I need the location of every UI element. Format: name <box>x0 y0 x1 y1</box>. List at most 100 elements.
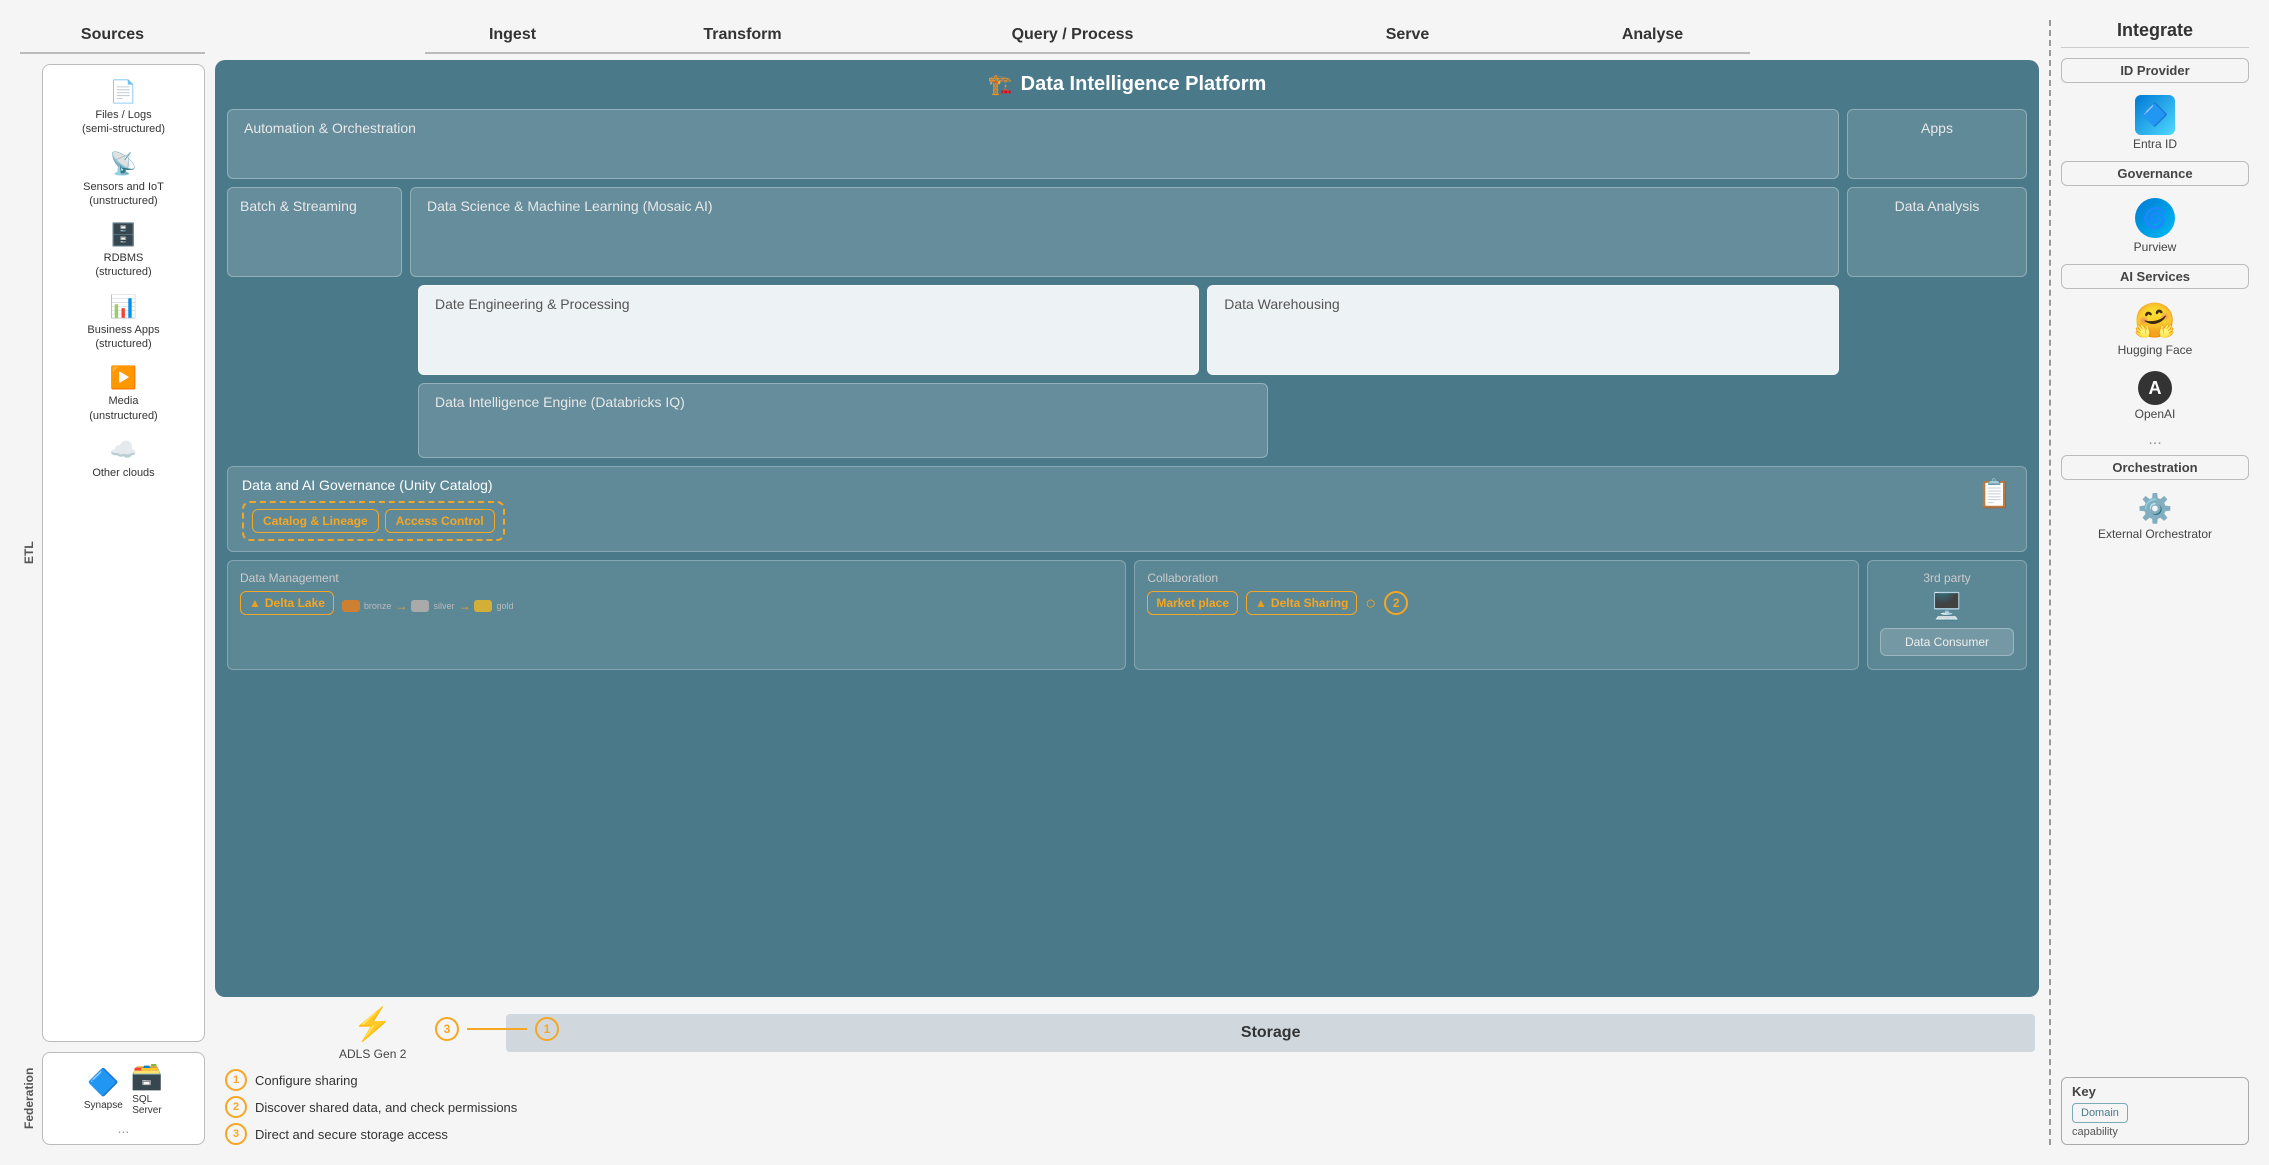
data-consumer-box: Data Consumer <box>1880 628 2014 656</box>
synapse-item: 🔷 Synapse <box>84 1067 123 1111</box>
right-panel: Integrate ID Provider 🔷 Entra ID Governa… <box>2049 20 2249 1145</box>
col-header-query: Query / Process <box>885 20 1260 54</box>
entra-id-icon: 🔷 <box>2135 95 2175 135</box>
platform-box: 🏗️ Data Intelligence Platform Automation… <box>215 60 2039 997</box>
col-header-serve: Serve <box>1260 20 1555 54</box>
row-storage: 3 1 ⚡ ADLS Gen 2 Storage <box>215 1005 2039 1061</box>
ai-services-label: AI Services <box>2061 264 2249 289</box>
clouds-icon: ☁️ <box>110 437 137 463</box>
adls-icon: ⚡ <box>353 1005 393 1043</box>
source-label-media: Media(unstructured) <box>89 394 157 423</box>
platform-title: 🏗️ Data Intelligence Platform <box>227 72 2027 97</box>
governance-section-label: Governance <box>2061 161 2249 186</box>
box-batch: Batch & Streaming <box>227 187 402 277</box>
engineering-spacer <box>227 285 410 375</box>
sqlserver-item: 🗃️ SQLServer <box>131 1061 163 1116</box>
platform-icon: 🏗️ <box>988 72 1013 97</box>
warehousing-spacer <box>1847 285 2027 375</box>
gold-label: gold <box>496 601 513 611</box>
row-engineering: Date Engineering & Processing Data Wareh… <box>227 285 2027 375</box>
gov-icon: 📋 <box>1977 477 2012 510</box>
openai-icon: A <box>2138 371 2172 405</box>
openai-label: OpenAI <box>2135 407 2176 421</box>
sqlserver-label: SQLServer <box>132 1094 161 1116</box>
mgmt-inner: ▲ Delta Lake bronze → silver → gold <box>240 591 1113 615</box>
step-1: 1 Configure sharing <box>225 1069 517 1091</box>
box-engine: Data Intelligence Engine (Databricks IQ) <box>418 383 1268 458</box>
box-collaboration: Collaboration Market place ▲ Delta Shari… <box>1134 560 1859 670</box>
step-circle-1: 1 <box>225 1069 247 1091</box>
data-consumer-icon: 🖥️ <box>1931 591 1963 622</box>
key-title: Key <box>2072 1084 2238 1099</box>
integrate-title: Integrate <box>2061 20 2249 48</box>
num-circle-3: 3 <box>435 1017 459 1041</box>
huggingface-item: 🤗 Hugging Face <box>2061 297 2249 361</box>
orchestration-label: Orchestration <box>2061 455 2249 480</box>
row-engine: Data Intelligence Engine (Databricks IQ) <box>227 383 2027 458</box>
adls-box: ⚡ ADLS Gen 2 <box>339 1005 406 1061</box>
source-label-files: Files / Logs(semi-structured) <box>82 108 165 137</box>
bronze-silver-gold: bronze → silver → gold <box>342 599 514 613</box>
source-item-sensors: 📡 Sensors and IoT(unstructured) <box>51 145 196 215</box>
etl-label: ETL <box>20 64 38 1042</box>
source-label-biz: Business Apps(structured) <box>87 323 159 352</box>
key-box: Key Domain capability <box>2061 1077 2249 1145</box>
biz-icon: 📊 <box>110 294 137 320</box>
federation-label: Federation <box>20 1052 38 1145</box>
source-label-rdbms: RDBMS(structured) <box>95 251 151 280</box>
adls-label: ADLS Gen 2 <box>339 1047 406 1061</box>
delta-lake-badge: ▲ Delta Lake <box>240 591 334 615</box>
purview-label: Purview <box>2134 240 2177 254</box>
entra-id-item: 🔷 Entra ID <box>2061 91 2249 155</box>
step-circle-2: 2 <box>225 1096 247 1118</box>
ai-dots: ... <box>2061 431 2249 449</box>
huggingface-icon: 🤗 <box>2134 301 2176 341</box>
files-icon: 📄 <box>110 79 137 105</box>
purview-item: 🌀 Purview <box>2061 194 2249 258</box>
media-icon: ▶️ <box>110 365 137 391</box>
source-item-biz: 📊 Business Apps(structured) <box>51 288 196 358</box>
num-circle-1: 1 <box>535 1017 559 1041</box>
col-header-empty <box>215 20 425 54</box>
silver-dot <box>411 600 429 612</box>
box-warehousing: Data Warehousing <box>1207 285 1839 375</box>
storage-bar: Storage <box>506 1014 2035 1052</box>
collab-title: Collaboration <box>1147 571 1846 585</box>
box-automation: Automation & Orchestration <box>227 109 1839 179</box>
col-header-ingest: Ingest <box>425 20 600 54</box>
col-header-transform: Transform <box>600 20 885 54</box>
sqlserver-icon: 🗃️ <box>131 1061 163 1092</box>
orchestrator-label: External Orchestrator <box>2098 527 2212 541</box>
num-circle-2: 2 <box>1384 591 1408 615</box>
third-title: 3rd party <box>1923 571 1970 585</box>
mgmt-title: Data Management <box>240 571 1113 585</box>
synapse-label: Synapse <box>84 1100 123 1111</box>
governance-title: Data and AI Governance (Unity Catalog) <box>242 477 2012 493</box>
bronze-label: bronze <box>364 601 392 611</box>
source-label-clouds: Other clouds <box>92 466 154 480</box>
flow-numbers: 3 1 <box>435 1017 559 1041</box>
step-2: 2 Discover shared data, and check permis… <box>225 1096 517 1118</box>
id-provider-label: ID Provider <box>2061 58 2249 83</box>
row-bottom: Data Management ▲ Delta Lake bronze → si… <box>227 560 2027 670</box>
box-data-management: Data Management ▲ Delta Lake bronze → si… <box>227 560 1126 670</box>
source-item-clouds: ☁️ Other clouds <box>51 431 196 486</box>
flow-line-3 <box>467 1028 527 1030</box>
sources-header: Sources <box>20 20 205 54</box>
bronze-dot <box>342 600 360 612</box>
marketplace-badge: Market place <box>1147 591 1238 615</box>
access-control-badge: Access Control <box>385 509 495 533</box>
row-governance: Data and AI Governance (Unity Catalog) C… <box>227 466 2027 552</box>
box-engineering: Date Engineering & Processing <box>418 285 1199 375</box>
collab-inner: Market place ▲ Delta Sharing ○ 2 <box>1147 591 1846 615</box>
gov-badges-row: Catalog & Lineage Access Control <box>252 509 495 533</box>
purview-icon: 🌀 <box>2135 198 2175 238</box>
key-capability-label: capability <box>2072 1126 2238 1138</box>
source-item-files: 📄 Files / Logs(semi-structured) <box>51 73 196 143</box>
legend-area: 1 Configure sharing 2 Discover shared da… <box>215 1069 2039 1145</box>
source-item-media: ▶️ Media(unstructured) <box>51 359 196 429</box>
source-item-rdbms: 🗄️ RDBMS(structured) <box>51 216 196 286</box>
col-header-analyse: Analyse <box>1555 20 1750 54</box>
gold-dot <box>474 600 492 612</box>
orchestrator-icon: ⚙️ <box>2138 492 2173 525</box>
